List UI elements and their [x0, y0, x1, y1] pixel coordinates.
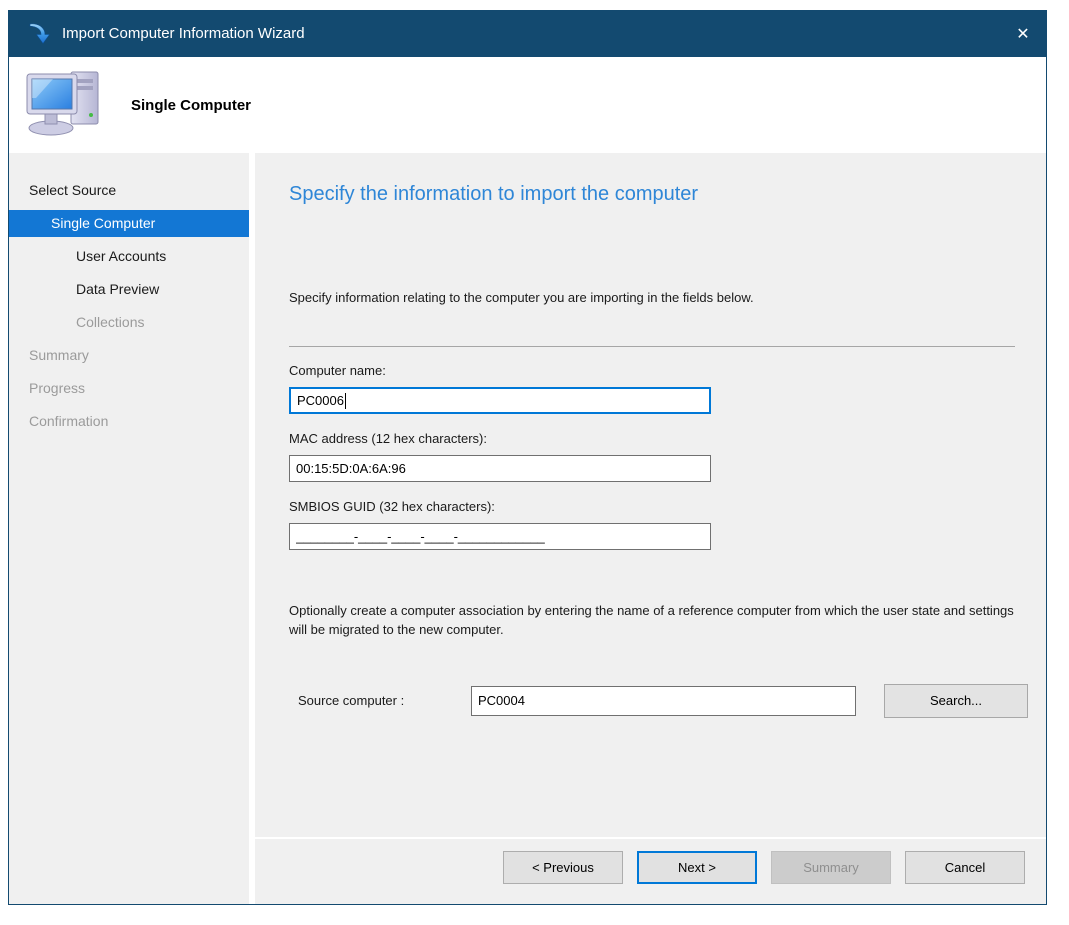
header-title: Single Computer — [131, 97, 251, 114]
intro-text: Specify information relating to the comp… — [289, 290, 1016, 305]
wizard-window: Import Computer Information Wizard ✕ — [8, 10, 1047, 905]
cancel-button[interactable]: Cancel — [905, 851, 1025, 884]
step-summary: Summary — [9, 342, 249, 369]
source-computer-label: Source computer : — [289, 693, 471, 708]
main-panel: Specify the information to import the co… — [255, 153, 1046, 837]
step-single-computer[interactable]: Single Computer — [9, 210, 249, 237]
step-user-accounts[interactable]: User Accounts — [9, 243, 249, 270]
mac-address-input[interactable] — [289, 455, 711, 482]
computer-name-value: PC0006 — [297, 393, 344, 408]
smbios-guid-input[interactable] — [289, 523, 711, 550]
page-title: Specify the information to import the co… — [289, 183, 1016, 206]
computer-icon — [23, 68, 105, 143]
summary-button: Summary — [771, 851, 891, 884]
source-computer-row: Source computer : Search... — [289, 684, 1016, 718]
step-data-preview[interactable]: Data Preview — [9, 276, 249, 303]
computer-name-input[interactable]: PC0006 — [289, 387, 711, 414]
previous-button[interactable]: < Previous — [503, 851, 623, 884]
mac-address-label: MAC address (12 hex characters): — [289, 431, 1016, 446]
wizard-body: Select Source Single Computer User Accou… — [9, 153, 1046, 904]
step-confirmation: Confirmation — [9, 408, 249, 435]
association-note: Optionally create a computer association… — [289, 602, 1031, 640]
computer-name-label: Computer name: — [289, 363, 1016, 378]
text-caret — [345, 393, 346, 409]
step-collections: Collections — [9, 309, 249, 336]
content-column: Specify the information to import the co… — [255, 153, 1046, 904]
next-button[interactable]: Next > — [637, 851, 757, 884]
wizard-header: Single Computer — [9, 57, 1046, 153]
smbios-guid-label: SMBIOS GUID (32 hex characters): — [289, 499, 1016, 514]
step-select-source[interactable]: Select Source — [9, 177, 249, 204]
wizard-steps-sidebar: Select Source Single Computer User Accou… — [9, 153, 249, 904]
wizard-arrow-icon — [25, 21, 51, 47]
section-divider — [289, 346, 1015, 347]
footer-button-bar: < Previous Next > Summary Cancel — [255, 839, 1046, 904]
close-icon: ✕ — [1016, 24, 1029, 44]
titlebar: Import Computer Information Wizard ✕ — [9, 10, 1046, 57]
close-button[interactable]: ✕ — [1000, 10, 1046, 57]
search-button[interactable]: Search... — [884, 684, 1028, 718]
source-computer-input[interactable] — [471, 686, 856, 716]
window-title: Import Computer Information Wizard — [62, 25, 1000, 42]
step-progress: Progress — [9, 375, 249, 402]
